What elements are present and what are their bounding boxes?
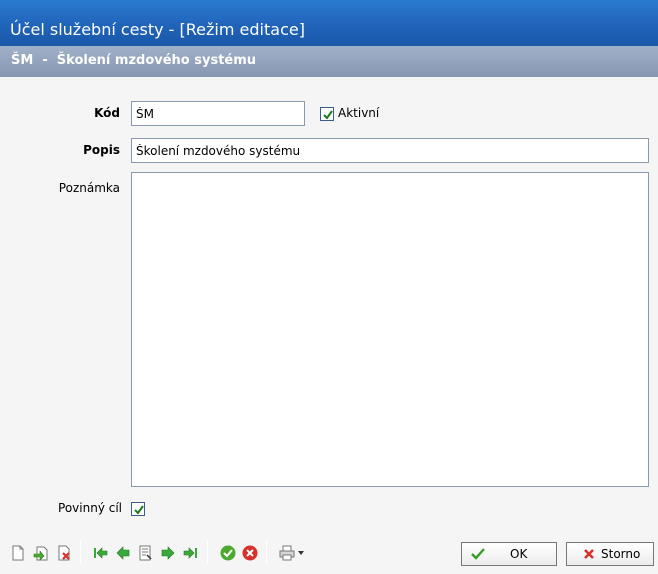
poznamka-textarea[interactable] — [131, 172, 649, 487]
toolbar-separator — [80, 540, 81, 564]
record-list-icon[interactable] — [138, 545, 154, 561]
check-icon — [471, 548, 485, 560]
kod-input[interactable] — [131, 101, 305, 126]
print-icon[interactable] — [279, 545, 295, 561]
cancel-icon[interactable] — [242, 545, 258, 561]
new-icon[interactable] — [10, 545, 26, 561]
aktivni-label: Aktivní — [338, 106, 380, 120]
storno-button-label: Storno — [601, 547, 641, 561]
edit-icon[interactable] — [33, 545, 49, 561]
popis-input[interactable] — [131, 138, 649, 163]
povinny-checkbox[interactable] — [131, 502, 145, 516]
kod-label: Kód — [94, 106, 120, 120]
window-title: Účel služební cesty - [Režim editace] — [0, 0, 658, 46]
storno-button[interactable]: Storno — [566, 542, 654, 566]
previous-record-icon[interactable] — [115, 545, 131, 561]
next-record-icon[interactable] — [160, 545, 176, 561]
popis-label: Popis — [83, 143, 120, 157]
record-header: ŠM - Školení mzdového systému — [0, 46, 658, 77]
poznamka-label: Poznámka — [58, 181, 120, 195]
toolbar-separator — [207, 540, 208, 564]
ok-button-label: OK — [510, 547, 528, 561]
povinny-label: Povinný cíl — [58, 501, 122, 515]
confirm-icon[interactable] — [220, 545, 236, 561]
last-record-icon[interactable] — [183, 545, 199, 561]
chevron-down-icon[interactable] — [298, 551, 304, 555]
first-record-icon[interactable] — [92, 545, 108, 561]
ok-button[interactable]: OK — [461, 542, 557, 566]
delete-icon[interactable] — [56, 545, 72, 561]
aktivni-checkbox[interactable] — [320, 107, 334, 121]
close-icon — [584, 549, 594, 559]
toolbar-separator — [266, 540, 267, 564]
check-icon — [134, 505, 144, 515]
check-icon — [323, 110, 333, 120]
